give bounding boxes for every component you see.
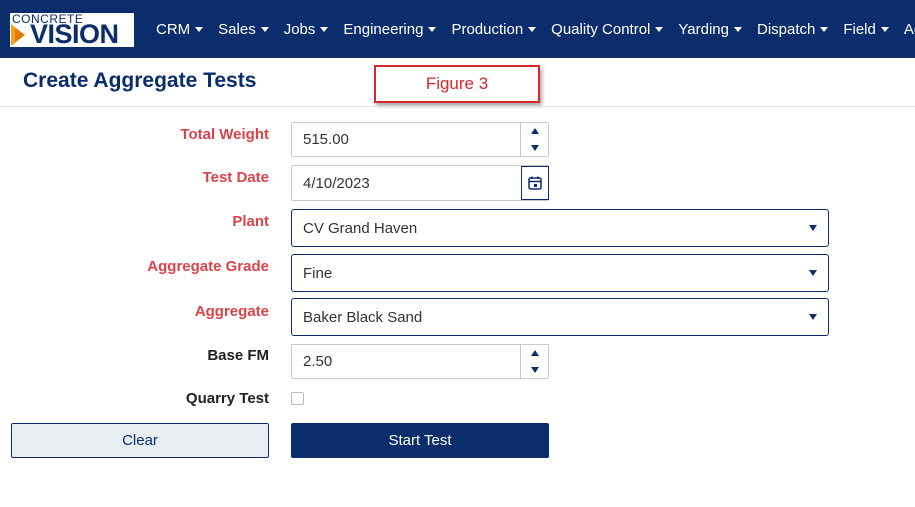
figure-callout: Figure 3: [374, 65, 540, 103]
spin-up-icon: [530, 350, 539, 357]
nav-item-quality-control[interactable]: Quality Control: [551, 20, 664, 38]
brand-logo[interactable]: CONCRETE VISION: [10, 13, 134, 47]
nav-label: Field: [843, 20, 876, 38]
chevron-down-icon: [809, 270, 817, 276]
aggregate-value: Baker Black Sand: [303, 308, 423, 326]
caret-down-icon: [820, 26, 829, 32]
calendar-button[interactable]: [521, 166, 549, 200]
nav-label: Production: [451, 20, 524, 38]
calendar-icon: [528, 176, 542, 190]
aggregate-grade-select[interactable]: Fine: [291, 254, 829, 292]
spin-down-button[interactable]: [521, 362, 548, 379]
base-fm-spinner: [520, 345, 548, 378]
total-weight-field[interactable]: 515.00: [291, 122, 549, 157]
nav-label: CRM: [156, 20, 191, 38]
test-date-field[interactable]: 4/10/2023: [291, 165, 549, 201]
top-navbar: CONCRETE VISION CRM Sales Jobs Engineeri…: [0, 0, 915, 58]
nav-item-production[interactable]: Production: [451, 20, 537, 38]
nav-item-accounting[interactable]: Accou: [904, 21, 915, 38]
nav-item-field[interactable]: Field: [843, 21, 889, 38]
aggregate-select[interactable]: Baker Black Sand: [291, 298, 829, 336]
base-fm-field[interactable]: 2.50: [291, 344, 549, 379]
chevron-down-icon: [809, 225, 817, 231]
spin-up-icon: [530, 128, 539, 135]
plant-value: CV Grand Haven: [303, 219, 418, 237]
nav-label: Engineering: [343, 20, 424, 38]
caret-down-icon: [880, 26, 889, 32]
chevron-down-icon: [809, 314, 817, 320]
caret-down-icon: [655, 26, 664, 32]
page-title: Create Aggregate Tests: [23, 69, 257, 92]
plant-label: Plant: [232, 213, 269, 230]
nav-label: Dispatch: [756, 20, 816, 38]
caret-down-icon: [528, 26, 537, 32]
nav-item-yarding[interactable]: Yarding: [678, 21, 742, 38]
logo-main-text: VISION: [30, 19, 119, 48]
nav-label: Quality Control: [551, 20, 651, 38]
header-divider: [0, 106, 915, 107]
nav-label: Yarding: [678, 20, 729, 38]
base-fm-value[interactable]: 2.50: [292, 353, 520, 370]
caret-down-icon: [428, 26, 437, 32]
start-test-button[interactable]: Start Test: [291, 423, 549, 458]
spin-up-button[interactable]: [521, 123, 548, 140]
aggregate-label: Aggregate: [194, 303, 269, 320]
aggregate-grade-label: Aggregate Grade: [147, 258, 269, 275]
spin-up-button[interactable]: [521, 345, 548, 362]
nav-item-crm[interactable]: CRM: [156, 20, 204, 38]
nav-item-jobs[interactable]: Jobs: [284, 21, 329, 38]
test-date-value[interactable]: 4/10/2023: [292, 175, 521, 192]
nav-label: Sales: [218, 20, 256, 38]
main-menu: CRM Sales Jobs Engineering Production Qu…: [156, 0, 915, 58]
spin-down-icon: [530, 144, 539, 151]
nav-label: Accou: [903, 20, 915, 38]
quarry-test-checkbox[interactable]: [291, 392, 304, 405]
total-weight-spinner: [520, 123, 548, 156]
total-weight-value[interactable]: 515.00: [292, 131, 520, 148]
nav-item-dispatch[interactable]: Dispatch: [756, 20, 829, 38]
quarry-test-label: Quarry Test: [185, 390, 269, 407]
caret-down-icon: [260, 26, 269, 32]
total-weight-label: Total Weight: [180, 126, 269, 143]
plant-select[interactable]: CV Grand Haven: [291, 209, 829, 247]
aggregate-grade-value: Fine: [303, 264, 333, 282]
nav-label: Jobs: [283, 20, 316, 38]
spin-down-icon: [530, 366, 539, 373]
nav-item-sales[interactable]: Sales: [218, 21, 269, 38]
caret-down-icon: [320, 26, 329, 32]
test-date-label: Test Date: [202, 169, 269, 186]
clear-button[interactable]: Clear: [11, 423, 269, 458]
base-fm-label: Base FM: [207, 347, 269, 364]
nav-item-engineering[interactable]: Engineering: [343, 20, 437, 38]
spin-down-button[interactable]: [521, 140, 548, 157]
caret-down-icon: [733, 26, 742, 32]
caret-down-icon: [195, 26, 204, 32]
